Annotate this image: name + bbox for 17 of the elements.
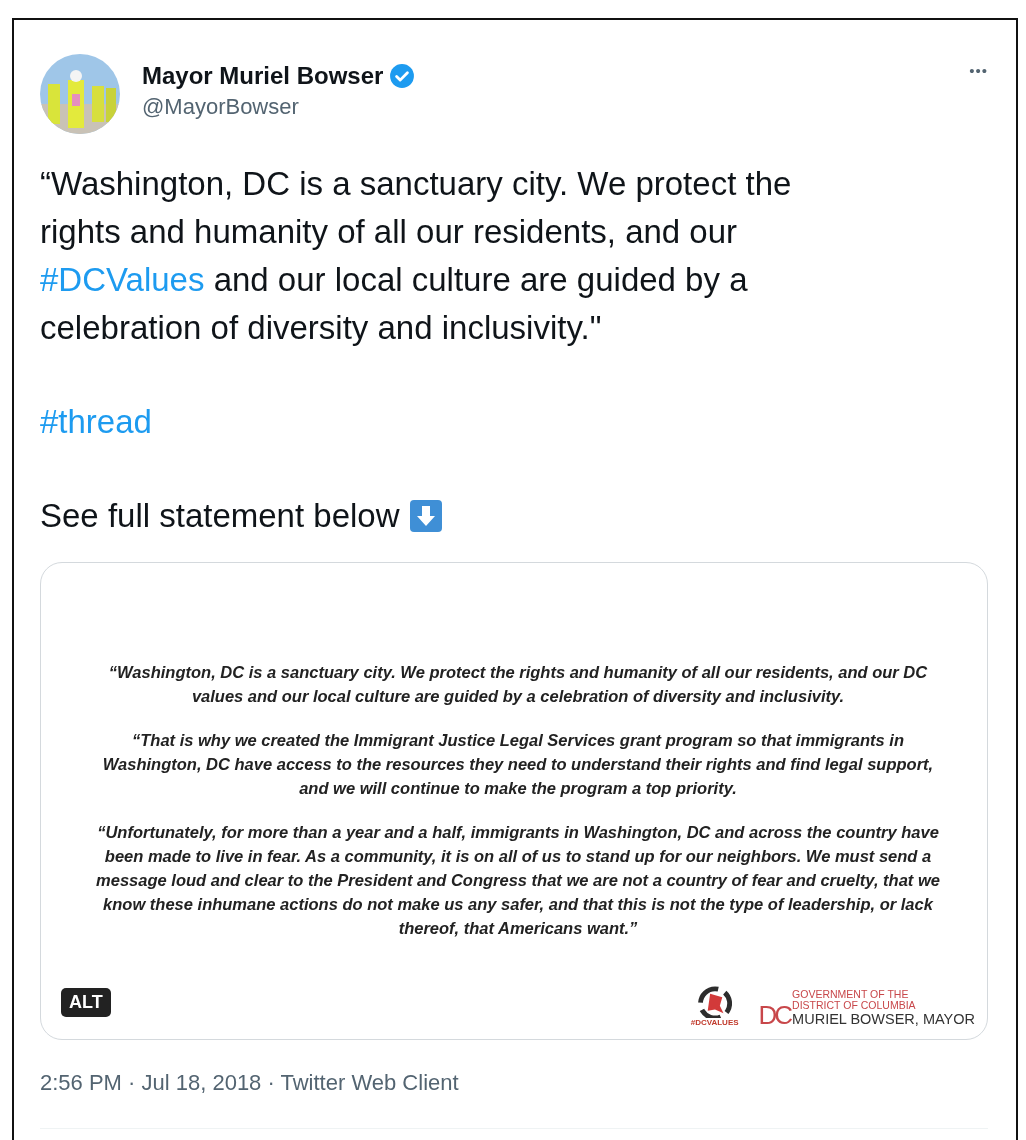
tweet-text: See full statement below	[40, 496, 400, 536]
statement-paragraph: “Washington, DC is a sanctuary city. We protect the rights and humanity of all our residents, and our DC values and our local culture are guided by a celebration of diversity and inclusivity.	[107, 661, 929, 707]
author-name[interactable]: Mayor Muriel Bowser	[142, 62, 384, 90]
logo-text: DISTRICT OF COLUMBIA	[792, 1000, 917, 1011]
author-handle[interactable]: @MayorBowser	[142, 94, 948, 120]
tweet-text: “Washington, DC is a sanctuary city. We protect the rights and humanity of all our residents, and our #DCValues and our local culture are guided by a celebration of diversity and inclusivity."	[40, 164, 793, 348]
statement-paragraph: “Unfortunately, for more than a year and a half, immigrants in Washington, DC and across the country have been made to live in fear. As a community, it is on all of us to stand up for our neighbors. We must send a message loud and clear to the President and Congress that we are not a country of fear and cruelty, that we know these inhumane actions do not make us any safer, and that this is not the type of leadership, or lack thereof, that Americans want.”	[95, 821, 941, 939]
logo-mark: DC	[758, 1003, 791, 1027]
logo-text: MURIEL BOWSER, MAYOR	[792, 1011, 975, 1027]
statement-paragraph: “That is why we created the Immigrant Justice Legal Services grant program so that immigrants in Washington, DC have access to the resources they need to understand their rights and find legal support, and we will continue to make the program a top priority.	[101, 729, 935, 799]
more-button[interactable]: •••	[969, 62, 988, 79]
alt-badge[interactable]: ALT	[61, 988, 111, 1017]
image-card[interactable]	[40, 562, 988, 1040]
tweet-timestamp: 2:56 PM · Jul 18, 2018 · Twitter Web Client	[40, 1070, 460, 1096]
values-logo-icon	[697, 984, 732, 1018]
logo-text: GOVERNMENT OF THE	[792, 989, 910, 1000]
logo-text: #DCVALUES	[690, 1018, 739, 1027]
